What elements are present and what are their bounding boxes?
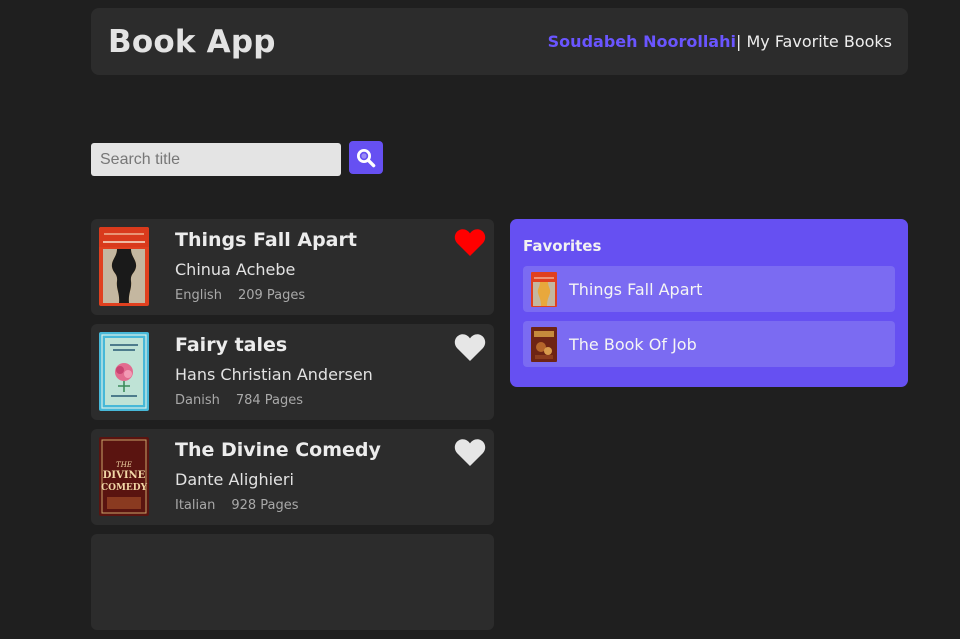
header-nav: Soudabeh Noorollahi| My Favorite Books (548, 32, 892, 51)
heart-filled-icon[interactable] (454, 227, 486, 257)
book-list: Things Fall Apart Chinua Achebe English 2… (91, 219, 494, 639)
favorite-title: The Book Of Job (569, 334, 697, 354)
book-cover (99, 332, 149, 411)
book-meta: English 209 Pages (175, 288, 305, 303)
favorite-thumbnail (531, 271, 557, 307)
search-bar (91, 141, 383, 176)
favorite-thumbnail (531, 326, 557, 362)
book-title: The Divine Comedy (175, 439, 381, 461)
search-icon (357, 148, 376, 167)
favorites-heading: Favorites (523, 237, 602, 255)
book-meta: Danish 784 Pages (175, 393, 303, 408)
app-header: Book App Soudabeh Noorollahi| My Favorit… (91, 8, 908, 75)
book-card[interactable] (91, 534, 494, 630)
search-button[interactable] (349, 141, 383, 174)
search-input[interactable] (91, 143, 341, 176)
svg-text:COMEDY: COMEDY (101, 483, 148, 493)
svg-text:DIVINE: DIVINE (103, 470, 146, 481)
book-language: English (175, 288, 222, 303)
favorite-item[interactable]: The Book Of Job (523, 321, 895, 367)
favorite-item[interactable]: Things Fall Apart (523, 266, 895, 312)
book-pages: 209 Pages (237, 288, 306, 303)
book-language: Danish (175, 393, 220, 408)
book-title: Fairy tales (175, 334, 288, 356)
book-author: Hans Christian Andersen (175, 365, 373, 384)
author-link[interactable]: Soudabeh Noorollahi (548, 32, 736, 51)
book-pages: 784 Pages (235, 393, 304, 408)
heart-outline-icon[interactable] (454, 437, 486, 467)
book-card[interactable]: Things Fall Apart Chinua Achebe English 2… (91, 219, 494, 315)
book-cover: THE DIVINE COMEDY (99, 437, 149, 516)
book-author: Dante Alighieri (175, 470, 294, 489)
svg-text:THE: THE (116, 461, 132, 469)
book-meta: Italian 928 Pages (175, 498, 299, 513)
favorite-title: Things Fall Apart (569, 279, 703, 299)
my-favorite-books-link[interactable]: My Favorite Books (741, 32, 892, 51)
book-card[interactable]: THE DIVINE COMEDY The Divine Comedy Dant… (91, 429, 494, 525)
book-title: Things Fall Apart (175, 229, 357, 251)
book-card[interactable]: Fairy tales Hans Christian Andersen Dani… (91, 324, 494, 420)
heart-outline-icon[interactable] (454, 332, 486, 362)
book-author: Chinua Achebe (175, 260, 296, 279)
favorites-panel: Favorites Things Fall Apart The Book Of … (510, 219, 908, 387)
book-language: Italian (175, 498, 216, 513)
book-cover (99, 227, 149, 306)
book-pages: 928 Pages (231, 498, 299, 513)
app-title: Book App (108, 23, 276, 60)
